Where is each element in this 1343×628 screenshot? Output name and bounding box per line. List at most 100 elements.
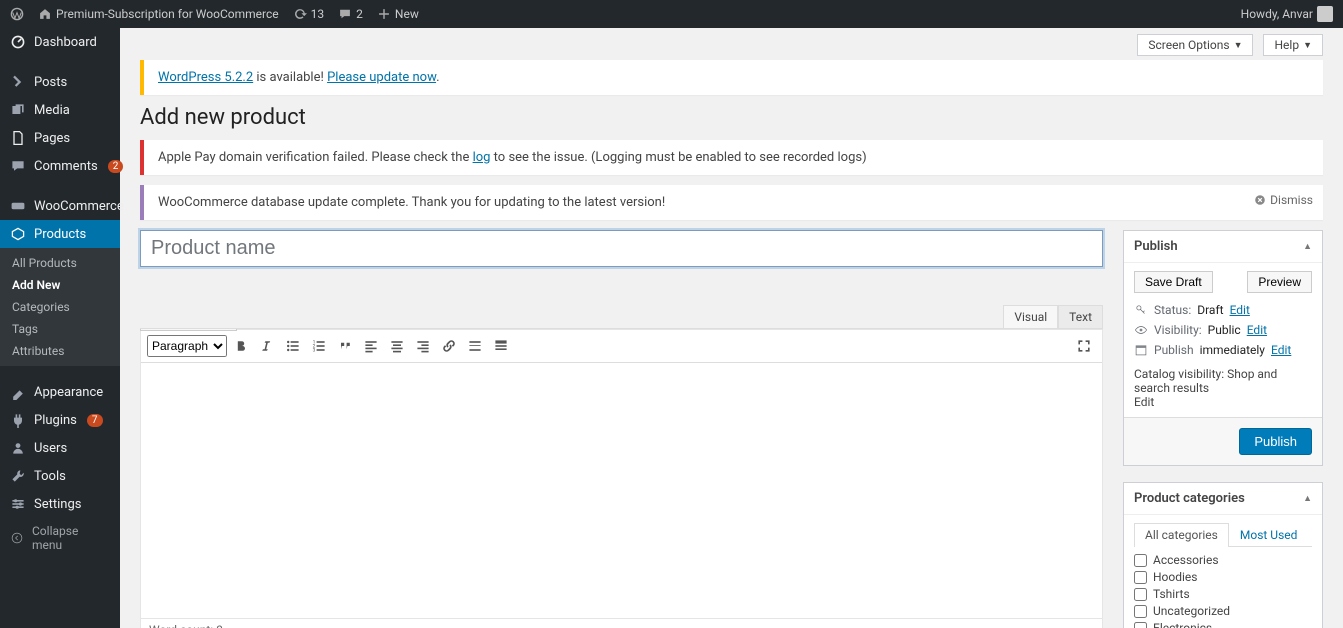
sidebar-item-label: Products xyxy=(34,227,86,242)
comments-count: 2 xyxy=(356,7,363,21)
cat-tab-all[interactable]: All categories xyxy=(1134,523,1229,547)
category-list: Accessories Hoodies Tshirts Uncategorize… xyxy=(1134,553,1312,628)
sidebar-item-label: Comments xyxy=(34,159,98,174)
sub-categories[interactable]: Categories xyxy=(0,296,120,318)
cat-checkbox[interactable] xyxy=(1134,571,1147,584)
wp-version-link[interactable]: WordPress 5.2.2 xyxy=(158,70,253,85)
cat-uncategorized[interactable]: Uncategorized xyxy=(1134,604,1312,618)
schedule-row: Publish immediately Edit xyxy=(1134,343,1312,357)
eye-icon xyxy=(1134,323,1148,337)
editor: Paragraph 123 Word count: 0 xyxy=(140,329,1103,628)
publish-metabox: Publish▲ Save Draft Preview Status: Draf… xyxy=(1123,230,1323,466)
sidebar-item-users[interactable]: Users xyxy=(0,434,120,462)
editor-tab-visual[interactable]: Visual xyxy=(1003,305,1058,328)
edit-schedule-link[interactable]: Edit xyxy=(1271,343,1291,357)
publish-title: Publish xyxy=(1134,239,1178,254)
applepay-notice: Apple Pay domain verification failed. Pl… xyxy=(140,140,1323,175)
collapse-menu[interactable]: Collapse menu xyxy=(0,518,120,558)
italic-button[interactable] xyxy=(255,334,279,358)
cat-hoodies[interactable]: Hoodies xyxy=(1134,570,1312,584)
align-right-button[interactable] xyxy=(411,334,435,358)
comments-link[interactable]: 2 xyxy=(338,7,363,21)
edit-visibility-link[interactable]: Edit xyxy=(1247,323,1267,337)
fullscreen-button[interactable] xyxy=(1072,334,1096,358)
editor-tab-text[interactable]: Text xyxy=(1058,305,1103,328)
updates-link[interactable]: 13 xyxy=(293,7,325,21)
sidebar-item-comments[interactable]: Comments2 xyxy=(0,152,120,180)
log-link[interactable]: log xyxy=(473,150,491,165)
update-now-link[interactable]: Please update now xyxy=(327,70,436,85)
sidebar-item-settings[interactable]: Settings xyxy=(0,490,120,518)
link-button[interactable] xyxy=(437,334,461,358)
howdy-text: Howdy, Anvar xyxy=(1241,7,1313,21)
sidebar-item-label: Media xyxy=(34,103,70,118)
sidebar-item-plugins[interactable]: Plugins7 xyxy=(0,406,120,434)
categories-title: Product categories xyxy=(1134,491,1245,506)
sidebar-item-label: Users xyxy=(34,441,67,456)
sidebar-item-products[interactable]: Products xyxy=(0,220,120,248)
sub-add-new[interactable]: Add New xyxy=(0,274,120,296)
screen-options-button[interactable]: Screen Options▼ xyxy=(1137,34,1253,56)
sidebar-item-label: Posts xyxy=(34,75,67,90)
sub-all-products[interactable]: All Products xyxy=(0,252,120,274)
cat-accessories[interactable]: Accessories xyxy=(1134,553,1312,567)
cat-tshirts[interactable]: Tshirts xyxy=(1134,587,1312,601)
edit-status-link[interactable]: Edit xyxy=(1230,303,1250,317)
align-center-button[interactable] xyxy=(385,334,409,358)
wp-logo[interactable] xyxy=(10,7,24,21)
editor-toolbar: Paragraph 123 xyxy=(141,330,1102,363)
help-button[interactable]: Help▼ xyxy=(1263,34,1323,56)
howdy-link[interactable]: Howdy, Anvar xyxy=(1241,6,1333,22)
blockquote-button[interactable] xyxy=(333,334,357,358)
cat-tab-most[interactable]: Most Used xyxy=(1229,523,1309,546)
sidebar-item-tools[interactable]: Tools xyxy=(0,462,120,490)
save-draft-button[interactable]: Save Draft xyxy=(1134,271,1213,293)
site-name: Premium-Subscription for WooCommerce xyxy=(56,7,279,21)
sidebar-item-label: Pages xyxy=(34,131,70,146)
sidebar-item-media[interactable]: Media xyxy=(0,96,120,124)
sidebar-item-appearance[interactable]: Appearance xyxy=(0,378,120,406)
align-left-button[interactable] xyxy=(359,334,383,358)
product-name-input[interactable] xyxy=(140,230,1103,267)
toolbar-toggle-button[interactable] xyxy=(489,334,513,358)
dismiss-button[interactable]: Dismiss xyxy=(1254,193,1313,207)
sidebar-item-pages[interactable]: Pages xyxy=(0,124,120,152)
bold-button[interactable] xyxy=(229,334,253,358)
sidebar-item-label: WooCommerce xyxy=(34,199,124,214)
ul-button[interactable] xyxy=(281,334,305,358)
status-row: Status: Draft Edit xyxy=(1134,303,1312,317)
cat-checkbox[interactable] xyxy=(1134,588,1147,601)
sidebar-item-posts[interactable]: Posts xyxy=(0,68,120,96)
publish-metabox-header[interactable]: Publish▲ xyxy=(1124,231,1322,263)
sub-tags[interactable]: Tags xyxy=(0,318,120,340)
sidebar-item-label: Plugins xyxy=(34,413,77,428)
cat-electronics[interactable]: Electronics xyxy=(1134,621,1312,628)
visibility-row: Visibility: Public Edit xyxy=(1134,323,1312,337)
wp-update-notice: WordPress 5.2.2 is available! Please upd… xyxy=(140,60,1323,95)
editor-body[interactable] xyxy=(141,363,1102,618)
screen-options-label: Screen Options xyxy=(1148,38,1229,52)
categories-metabox: Product categories▲ All categories Most … xyxy=(1123,482,1323,628)
cat-checkbox[interactable] xyxy=(1134,605,1147,618)
publish-button[interactable]: Publish xyxy=(1239,428,1312,455)
site-name-link[interactable]: Premium-Subscription for WooCommerce xyxy=(38,7,279,21)
catalog-row: Catalog visibility: Shop and search resu… xyxy=(1134,367,1312,409)
calendar-icon xyxy=(1134,343,1148,357)
sub-attributes[interactable]: Attributes xyxy=(0,340,120,362)
format-select[interactable]: Paragraph xyxy=(147,335,227,357)
sidebar-item-dashboard[interactable]: Dashboard xyxy=(0,28,120,56)
readmore-button[interactable] xyxy=(463,334,487,358)
edit-catalog-link[interactable]: Edit xyxy=(1134,395,1154,409)
cat-checkbox[interactable] xyxy=(1134,622,1147,628)
products-submenu: All Products Add New Categories Tags Att… xyxy=(0,248,120,366)
categories-metabox-header[interactable]: Product categories▲ xyxy=(1124,483,1322,515)
avatar xyxy=(1317,6,1333,22)
db-update-notice: WooCommerce database update complete. Th… xyxy=(140,185,1323,220)
cat-checkbox[interactable] xyxy=(1134,554,1147,567)
admin-sidebar: Dashboard Posts Media Pages Comments2 Wo… xyxy=(0,28,120,628)
sidebar-item-label: Appearance xyxy=(34,385,103,400)
new-link[interactable]: New xyxy=(377,7,419,21)
ol-button[interactable]: 123 xyxy=(307,334,331,358)
preview-button[interactable]: Preview xyxy=(1247,271,1312,293)
sidebar-item-woocommerce[interactable]: WooCommerce xyxy=(0,192,120,220)
